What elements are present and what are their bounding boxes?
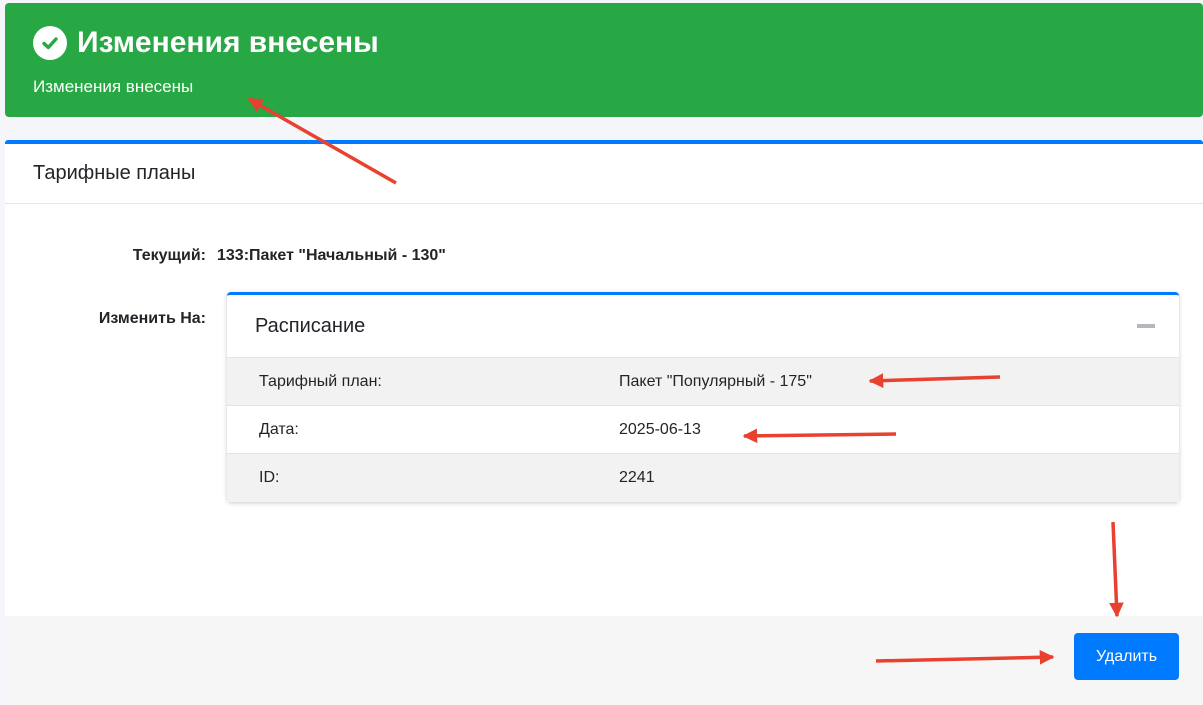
- schedule-row-label: Тарифный план:: [259, 372, 382, 390]
- schedule-row-plan: Тарифный план: Пакет "Популярный - 175": [227, 358, 1179, 406]
- schedule-row-id: ID: 2241: [227, 454, 1179, 502]
- schedule-row-value: Пакет "Популярный - 175": [619, 372, 812, 390]
- schedule-title: Расписание: [255, 314, 366, 337]
- alert-title: Изменения внесены: [77, 26, 379, 59]
- collapse-minus-icon[interactable]: [1137, 324, 1155, 328]
- change-to-label: Изменить На:: [98, 310, 206, 327]
- schedule-row-value: 2241: [619, 469, 655, 486]
- card-header: Тарифные планы: [5, 144, 1203, 204]
- schedule-row-label: ID:: [259, 469, 280, 486]
- alert-message: Изменения внесены: [33, 77, 194, 96]
- card-title: Тарифные планы: [33, 162, 196, 184]
- current-plan-value: 133:Пакет "Начальный - 130": [217, 247, 446, 264]
- schedule-panel: Расписание Тарифный план: Пакет "Популяр…: [227, 292, 1179, 502]
- card-footer: Удалить: [5, 616, 1203, 705]
- schedule-row-value: 2025-06-13: [619, 420, 701, 438]
- success-alert: Изменения внесены Изменения внесены: [5, 3, 1203, 117]
- delete-button[interactable]: Удалить: [1074, 633, 1179, 680]
- check-circle-icon: [33, 26, 67, 60]
- tariff-plans-card: Тарифные планы Текущий: 133:Пакет "Начал…: [5, 140, 1203, 705]
- schedule-row-label: Дата:: [259, 420, 299, 438]
- schedule-header: Расписание: [227, 295, 1179, 358]
- alert-title-row: Изменения внесены: [33, 23, 1175, 63]
- current-plan-label: Текущий:: [132, 247, 206, 264]
- schedule-row-date: Дата: 2025-06-13: [227, 406, 1179, 454]
